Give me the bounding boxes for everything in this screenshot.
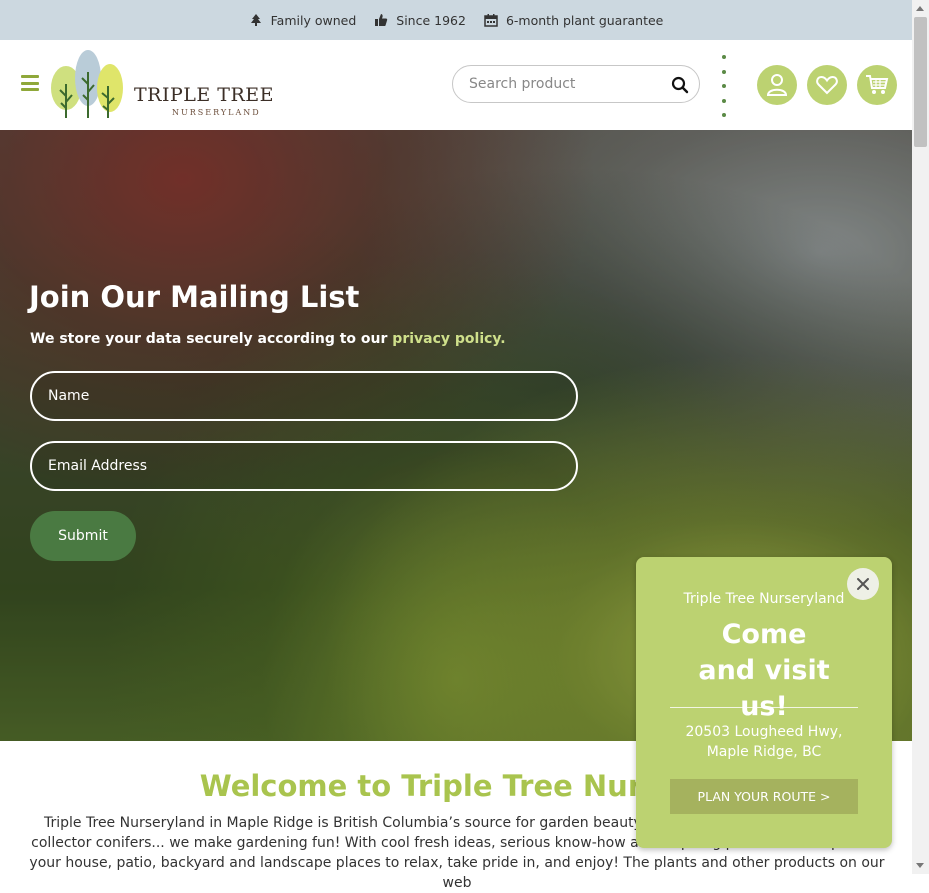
announcement-guarantee: 6-month plant guarantee xyxy=(484,13,663,28)
visit-us-popup: Triple Tree Nurseryland Come and visit u… xyxy=(636,557,892,848)
tree-icon xyxy=(250,14,261,26)
email-input[interactable] xyxy=(32,443,576,489)
name-input[interactable] xyxy=(32,373,576,419)
privacy-note-text: We store your data securely according to… xyxy=(30,331,393,347)
scroll-up-icon[interactable] xyxy=(916,6,924,11)
page-scrollbar[interactable] xyxy=(912,0,929,874)
cart-button[interactable] xyxy=(857,65,897,105)
more-dots-icon[interactable] xyxy=(722,55,728,117)
announcement-family-owned: Family owned xyxy=(249,12,357,28)
calendar-icon xyxy=(484,14,498,27)
address-line-2: Maple Ridge, BC xyxy=(706,744,822,760)
privacy-policy-link[interactable]: privacy policy. xyxy=(392,331,505,347)
search-box xyxy=(452,65,700,103)
heart-icon xyxy=(816,75,838,95)
announcement-text: Since 1962 xyxy=(396,12,466,28)
account-icon xyxy=(766,74,788,96)
name-field xyxy=(30,371,578,421)
popup-headline: Come and visit us! xyxy=(636,617,892,725)
logo-subtitle: NURSERYLAND xyxy=(172,108,261,117)
site-header: TRIPLE TREE NURSERYLAND xyxy=(0,40,912,130)
site-logo[interactable]: TRIPLE TREE NURSERYLAND xyxy=(50,48,275,122)
announcement-since: Since 1962 xyxy=(374,13,466,28)
popup-divider xyxy=(670,707,858,708)
menu-icon[interactable] xyxy=(21,75,39,91)
popup-address: 20503 Lougheed Hwy, Maple Ridge, BC xyxy=(636,722,892,762)
address-line-1: 20503 Lougheed Hwy, xyxy=(685,724,843,740)
wishlist-button[interactable] xyxy=(807,65,847,105)
announcement-text: 6-month plant guarantee xyxy=(505,12,664,28)
thumbs-up-icon xyxy=(375,14,388,26)
mailing-list-title: Join Our Mailing List xyxy=(29,280,360,314)
plan-route-button[interactable]: PLAN YOUR ROUTE > xyxy=(670,779,858,814)
email-field xyxy=(30,441,578,491)
close-icon xyxy=(857,578,869,590)
cart-icon xyxy=(866,75,889,94)
popup-headline-text: Come and visit us! xyxy=(698,619,830,722)
scroll-down-icon[interactable] xyxy=(916,863,924,868)
search-icon[interactable] xyxy=(671,76,689,94)
announcement-text: Family owned xyxy=(270,12,357,28)
scrollbar-thumb[interactable] xyxy=(914,17,927,147)
announcement-bar: Family owned Since 1962 6-month plant gu… xyxy=(0,0,912,40)
logo-trees-icon xyxy=(51,50,123,118)
privacy-note: We store your data securely according to… xyxy=(30,331,506,347)
search-input[interactable] xyxy=(467,75,671,93)
logo-title: TRIPLE TREE xyxy=(134,84,275,106)
account-button[interactable] xyxy=(757,65,797,105)
popup-subtitle: Triple Tree Nurseryland xyxy=(683,591,845,607)
submit-button[interactable]: Submit xyxy=(30,511,136,561)
